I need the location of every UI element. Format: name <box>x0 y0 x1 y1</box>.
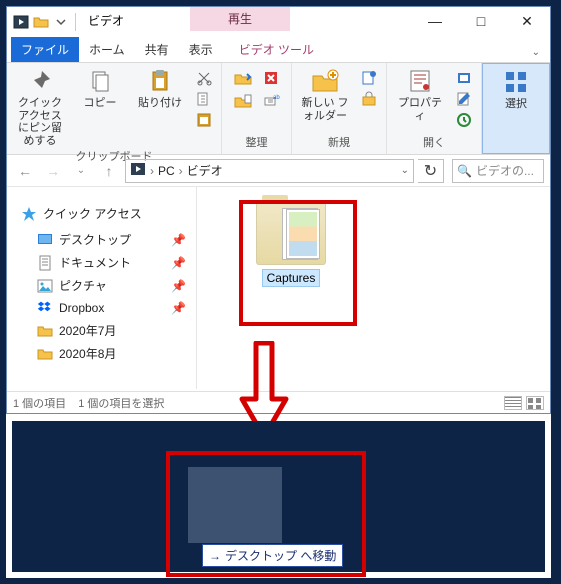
select-all-icon <box>500 68 532 96</box>
history-icon[interactable] <box>453 111 475 129</box>
chevron-down-icon[interactable]: ⌄ <box>401 165 409 176</box>
status-selected: 1 個の項目を選択 <box>78 395 164 411</box>
tab-file[interactable]: ファイル <box>11 37 79 62</box>
ribbon-group-organize: ab 整理 <box>222 63 292 154</box>
nav-forward-button[interactable]: → <box>41 159 65 183</box>
new-folder-button[interactable]: 新しい フォルダー <box>298 67 352 122</box>
nav-recent-button[interactable]: ⌄ <box>69 159 93 183</box>
quick-access-header[interactable]: クイック アクセス <box>15 201 196 228</box>
copy-icon <box>84 67 116 95</box>
pin-icon: 📌 <box>171 301 186 315</box>
search-icon: 🔍 <box>457 164 472 178</box>
qat-folder-icon[interactable] <box>33 14 49 30</box>
navigation-pane: クイック アクセス デスクトップ📌 ドキュメント📌 ピクチャ📌 Dropbox📌 <box>7 187 197 389</box>
move-arrow-icon: → <box>209 549 221 563</box>
ribbon-group-clipboard: クイック アクセス にピン留めする コピー 貼り付け <box>7 63 222 154</box>
ribbon-group-select: 選択 <box>482 63 550 154</box>
nav-item-folder-2[interactable]: 2020年8月 <box>15 342 196 365</box>
paste-shortcut-icon[interactable] <box>193 111 215 129</box>
properties-icon <box>404 67 436 95</box>
tab-view[interactable]: 表示 <box>179 37 223 62</box>
video-library-icon <box>130 161 146 180</box>
delete-icon[interactable] <box>260 69 282 87</box>
nav-up-button[interactable]: ↑ <box>97 159 121 183</box>
cut-icon[interactable] <box>193 69 215 87</box>
copy-button[interactable]: コピー <box>73 67 127 110</box>
ribbon-collapse-icon[interactable]: ⌄ <box>522 43 550 62</box>
ribbon-group-new: 新しい フォルダー 新規 <box>292 63 387 154</box>
annotation-highlight-dropzone: → デスクトップ へ移動 <box>166 451 366 577</box>
address-bar-row: ← → ⌄ ↑ › PC › ビデオ ⌄ ↻ 🔍 ビデオの... <box>7 155 550 187</box>
tab-share[interactable]: 共有 <box>135 37 179 62</box>
nav-item-documents[interactable]: ドキュメント📌 <box>15 251 196 274</box>
search-placeholder: ビデオの... <box>476 162 534 179</box>
tab-home[interactable]: ホーム <box>79 37 135 62</box>
group-label-organize: 整理 <box>246 134 268 152</box>
contextual-tab-header[interactable]: 再生 <box>190 7 290 31</box>
view-details-button[interactable] <box>504 396 522 410</box>
window-title: ビデオ <box>84 7 130 29</box>
open-icon[interactable] <box>453 69 475 87</box>
status-item-count: 1 個の項目 <box>13 395 66 411</box>
view-large-icons-button[interactable] <box>526 396 544 410</box>
close-button[interactable]: ✕ <box>504 7 550 35</box>
ribbon-tabs: ファイル ホーム 共有 表示 ビデオ ツール ⌄ <box>7 37 550 63</box>
ribbon-group-open: プロパティ 開く <box>387 63 482 154</box>
drag-ghost <box>188 467 282 543</box>
ribbon: クイック アクセス にピン留めする コピー 貼り付け <box>7 63 550 155</box>
new-item-icon[interactable] <box>358 69 380 87</box>
pin-icon: 📌 <box>171 256 186 270</box>
svg-text:ab: ab <box>273 95 280 101</box>
edit-icon[interactable] <box>453 90 475 108</box>
minimize-button[interactable]: — <box>412 7 458 35</box>
copy-to-icon[interactable] <box>232 92 254 110</box>
nav-item-desktop[interactable]: デスクトップ📌 <box>15 228 196 251</box>
chevron-down-icon[interactable] <box>53 14 69 30</box>
tab-video-tools[interactable]: ビデオ ツール <box>229 37 324 62</box>
properties-button[interactable]: プロパティ <box>393 67 447 122</box>
drag-tooltip: → デスクトップ へ移動 <box>202 544 343 567</box>
pin-icon <box>24 67 56 95</box>
breadcrumb-videos[interactable]: ビデオ <box>187 162 223 179</box>
nav-item-pictures[interactable]: ピクチャ📌 <box>15 274 196 297</box>
refresh-button[interactable]: ↻ <box>418 159 444 183</box>
move-to-icon[interactable] <box>232 69 254 87</box>
maximize-button[interactable]: □ <box>458 7 504 35</box>
nav-item-folder-1[interactable]: 2020年7月 <box>15 319 196 342</box>
annotation-highlight-folder <box>239 200 357 326</box>
copy-path-icon[interactable] <box>193 90 215 108</box>
nav-back-button[interactable]: ← <box>13 159 37 183</box>
title-bar: ビデオ 再生 — □ ✕ <box>7 7 550 37</box>
new-folder-icon <box>309 67 341 95</box>
video-library-icon <box>13 14 29 30</box>
easy-access-icon[interactable] <box>358 90 380 108</box>
pin-icon: 📌 <box>171 233 186 247</box>
paste-icon <box>144 67 176 95</box>
search-box[interactable]: 🔍 ビデオの... <box>452 159 544 183</box>
group-label-open: 開く <box>423 134 445 152</box>
group-label-new: 新規 <box>328 134 350 152</box>
breadcrumb-pc[interactable]: PC <box>158 164 175 178</box>
pin-quickaccess-button[interactable]: クイック アクセス にピン留めする <box>13 67 67 148</box>
rename-icon[interactable]: ab <box>260 92 282 110</box>
select-button[interactable]: 選択 <box>489 68 543 111</box>
paste-button[interactable]: 貼り付け <box>133 67 187 110</box>
nav-item-dropbox[interactable]: Dropbox📌 <box>15 297 196 319</box>
pin-icon: 📌 <box>171 279 186 293</box>
address-bar[interactable]: › PC › ビデオ ⌄ <box>125 159 414 183</box>
